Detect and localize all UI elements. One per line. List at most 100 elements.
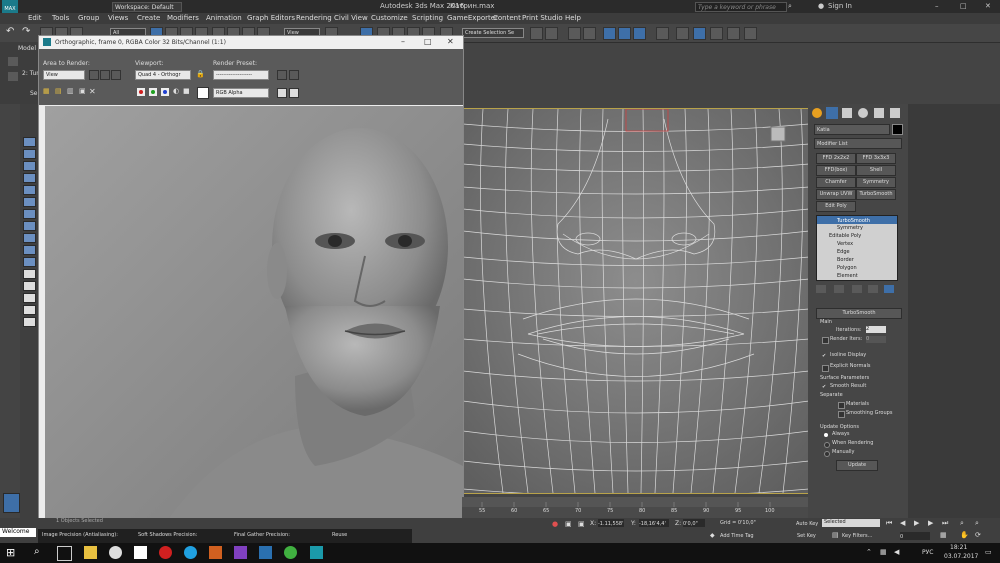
media-player-icon[interactable] [209, 546, 222, 559]
named-selection-dropdown[interactable]: Create Selection Se [462, 28, 524, 38]
stack-item-polygon[interactable]: Polygon [837, 265, 857, 271]
sign-in-link[interactable]: Sign In [828, 2, 852, 10]
filter-cameras-icon[interactable] [23, 197, 36, 207]
filter-helpers-icon[interactable] [23, 209, 36, 219]
zoom-all-icon[interactable]: ⌕ [975, 519, 979, 528]
filter-xrefs-icon[interactable] [23, 245, 36, 255]
time-tag-icon[interactable]: ◆ [710, 532, 715, 539]
red-channel-icon[interactable] [137, 88, 145, 96]
chrome-icon[interactable] [109, 546, 122, 559]
blue-channel-icon[interactable] [161, 88, 169, 96]
smoothing-groups-checkbox[interactable] [838, 411, 845, 418]
alpha-channel-icon[interactable]: ◐ [173, 87, 179, 95]
render-window-close-icon[interactable]: ✕ [447, 37, 454, 46]
render-activeshade-icon[interactable] [744, 27, 757, 40]
play-icon[interactable]: ▶ [914, 519, 919, 527]
app-icon[interactable] [259, 546, 272, 559]
lock-selection-icon[interactable]: ● [552, 520, 558, 528]
key-mode-dropdown[interactable]: Selected [822, 519, 880, 527]
green-channel-icon[interactable] [149, 88, 157, 96]
menu-item-print-studio[interactable]: Print Studio [522, 14, 563, 22]
menu-item-content[interactable]: Content [493, 14, 521, 22]
menu-item-gameexporter[interactable]: GameExporter [447, 14, 498, 22]
filter-spacewarps-icon[interactable] [23, 221, 36, 231]
render-preset-dropdown[interactable]: -------------------- [213, 70, 269, 80]
search-icon[interactable]: ⌕ [788, 2, 792, 11]
ffd-3x3x3-button[interactable]: FFD 3x3x3 [856, 153, 896, 164]
update-button[interactable]: Update [836, 460, 878, 471]
iterations-spinner[interactable]: 2 [866, 326, 886, 333]
save-image-icon[interactable]: ▦ [43, 87, 50, 95]
clone-window-icon[interactable]: ▥ [67, 87, 74, 95]
layer-icon[interactable] [23, 317, 36, 327]
render-iters-checkbox[interactable] [822, 337, 829, 344]
modifier-list-dropdown[interactable]: Modifier List [814, 138, 902, 149]
menu-item-views[interactable]: Views [108, 14, 128, 22]
next-frame-icon[interactable]: ▶ [928, 519, 933, 527]
when-rendering-radio[interactable] [824, 442, 830, 448]
key-filters-button[interactable]: Key Filters... [842, 533, 872, 539]
toggle-ribbon-icon[interactable] [603, 27, 616, 40]
materials-checkbox[interactable] [838, 402, 845, 409]
set-key-button[interactable]: Set Key [797, 533, 816, 539]
scene-explorer-toggle[interactable] [3, 493, 20, 513]
toggle-layer-explorer-icon[interactable] [583, 27, 596, 40]
turbosmooth-rollout-header[interactable]: TurboSmooth [816, 308, 902, 319]
always-radio[interactable] [824, 433, 828, 437]
object-color-swatch[interactable] [892, 124, 903, 135]
task-view-icon[interactable] [57, 546, 72, 561]
modify-tab-icon[interactable] [826, 107, 838, 119]
key-filters-icon[interactable]: ▤ [832, 531, 839, 539]
turbosmooth-button[interactable]: TurboSmooth [856, 189, 896, 200]
stack-item-element[interactable]: Element [837, 273, 858, 279]
volume-icon[interactable]: ◀ [894, 548, 899, 556]
render-iterative-icon[interactable] [727, 27, 740, 40]
configure-modifier-sets-icon[interactable] [884, 285, 894, 293]
color-swatch[interactable] [197, 87, 209, 99]
redo-icon[interactable]: ↷ [22, 26, 30, 37]
render-window-maximize-icon[interactable]: □ [424, 37, 432, 46]
edit-poly-button[interactable]: Edit Poly [816, 201, 856, 212]
menu-item-rendering[interactable]: Rendering [296, 14, 332, 22]
filter-shapes-icon[interactable] [23, 173, 36, 183]
minimize-icon[interactable]: – [935, 2, 939, 10]
schematic-view-icon[interactable] [633, 27, 646, 40]
stack-item-border[interactable]: Border [837, 257, 854, 263]
twitch-icon[interactable] [234, 546, 247, 559]
close-icon[interactable]: ✕ [985, 2, 991, 10]
symmetry-button[interactable]: Symmetry [856, 177, 896, 188]
skype-icon[interactable] [184, 546, 197, 559]
sort-icon[interactable] [23, 293, 36, 303]
keyboard-language[interactable]: РУС [922, 549, 933, 556]
render-production-icon[interactable] [710, 27, 723, 40]
zoom-icon[interactable]: ⌕ [960, 519, 964, 528]
network-icon[interactable]: ▦ [880, 548, 887, 556]
menu-item-edit[interactable]: Edit [28, 14, 42, 22]
motion-tab-icon[interactable] [858, 108, 868, 118]
go-to-start-icon[interactable]: ⏮ [886, 519, 892, 528]
time-config-icon[interactable]: ▦ [940, 531, 947, 539]
filter-geometry-icon[interactable] [23, 161, 36, 171]
app-icon[interactable] [284, 546, 297, 559]
select-mode-icon[interactable] [23, 137, 36, 147]
ribbon-button[interactable] [8, 57, 18, 66]
clock-date[interactable]: 03.07.2017 [944, 553, 978, 560]
monochrome-icon[interactable]: ■ [183, 87, 190, 95]
add-time-tag-button[interactable]: Add Time Tag [720, 533, 754, 539]
ribbon-tab-model[interactable]: Model [18, 45, 36, 52]
app-logo-icon[interactable]: MAX [2, 0, 18, 13]
render-window-minimize-icon[interactable]: – [401, 37, 405, 46]
stack-item-editable-poly[interactable]: Editable Poly [829, 233, 861, 239]
previous-frame-icon[interactable]: ◀ [900, 519, 905, 527]
taskbar-search-icon[interactable]: ⌕ [34, 546, 40, 557]
find-icon[interactable] [23, 305, 36, 315]
manually-radio[interactable] [824, 451, 830, 457]
render-setup-small-icon[interactable] [277, 70, 287, 80]
copy-image-icon[interactable]: ▤ [55, 87, 62, 95]
show-end-result-icon[interactable] [834, 285, 844, 293]
clear-icon[interactable]: ✕ [89, 87, 96, 96]
timeline[interactable]: 55 60 65 70 75 80 85 90 95 100 [462, 497, 808, 518]
tray-chevron-icon[interactable]: ⌃ [866, 548, 872, 556]
render-setup-icon[interactable] [676, 27, 689, 40]
curve-editor-icon[interactable] [618, 27, 631, 40]
